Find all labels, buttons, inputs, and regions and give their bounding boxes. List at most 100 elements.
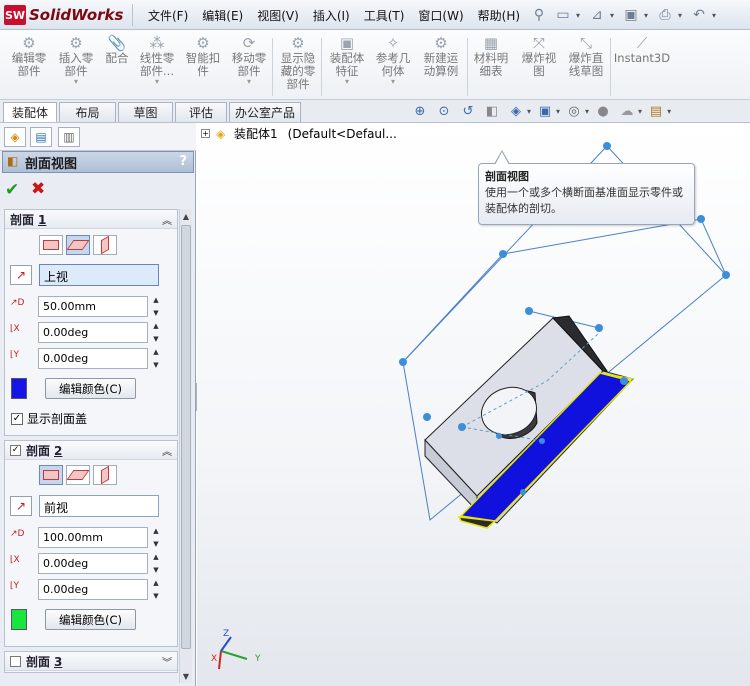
section-1-edit-color-button[interactable]: 编辑颜色(C) bbox=[45, 378, 136, 399]
edit-component-button[interactable]: ⚙ 编辑零 部件 bbox=[5, 34, 53, 78]
ok-checkmark-icon[interactable]: ✔ bbox=[5, 180, 19, 200]
graphics-area[interactable]: + ◈ 装配体1 (Default<Defaul... X Y Z 剖面视图 使… bbox=[197, 123, 750, 686]
linear-pattern-button[interactable]: ⁂ 线性零 部件... ▾ bbox=[133, 34, 181, 86]
view-settings-icon[interactable]: ▤ bbox=[646, 102, 666, 120]
section-2-enable-checkbox[interactable]: ✓ bbox=[10, 444, 21, 456]
section-1-header[interactable]: 剖面 1 ︽ bbox=[5, 210, 177, 229]
instant3d-button[interactable]: ⟋ Instant3D bbox=[614, 34, 670, 65]
explode-line-sketch-button[interactable]: ⤡ 爆炸直 线草图 bbox=[562, 34, 610, 78]
handle[interactable] bbox=[423, 413, 431, 421]
section-1-distance-input[interactable]: 50.00mm bbox=[38, 296, 148, 317]
show-section-cap-checkbox[interactable]: ✓ 显示剖面盖 bbox=[11, 410, 87, 427]
collapse-chevron-icon[interactable]: ︽ bbox=[162, 443, 172, 458]
help-button[interactable]: ? bbox=[179, 154, 187, 169]
chevron-down-icon[interactable]: ▾ bbox=[556, 107, 560, 116]
menu-help[interactable]: 帮助(H) bbox=[471, 7, 527, 24]
open-folder-icon[interactable]: ⊿ bbox=[586, 4, 608, 26]
reverse-direction-button[interactable]: ↗ bbox=[10, 265, 32, 285]
handle[interactable] bbox=[496, 433, 502, 439]
section-1-reference-field[interactable]: 上视 bbox=[39, 264, 159, 286]
spinner[interactable]: ▲ ▼ bbox=[151, 322, 161, 343]
tab-layout[interactable]: 布局 bbox=[59, 102, 116, 122]
handle[interactable] bbox=[520, 489, 526, 495]
reference-geometry-button[interactable]: ✧ 参考几 何体 ▾ bbox=[369, 34, 417, 86]
top-plane-button[interactable] bbox=[66, 235, 90, 255]
assembly-features-button[interactable]: ▣ 装配体 特征 ▾ bbox=[323, 34, 371, 86]
handle[interactable] bbox=[697, 215, 705, 223]
spinner[interactable]: ▲ ▼ bbox=[151, 553, 161, 574]
tab-office-products[interactable]: 办公室产品 bbox=[229, 102, 301, 122]
show-hidden-components-button[interactable]: ⚙ 显示隐 藏的零 部件 bbox=[274, 34, 322, 91]
previous-view-icon[interactable]: ↺ bbox=[458, 102, 478, 120]
front-plane-button[interactable] bbox=[39, 235, 63, 255]
chevron-down-icon[interactable]: ▾ bbox=[247, 78, 251, 86]
expand-chevron-icon[interactable]: ︾ bbox=[162, 654, 172, 669]
reverse-direction-button[interactable]: ↗ bbox=[10, 496, 32, 516]
section-2-angle-x-input[interactable]: 0.00deg bbox=[38, 553, 148, 574]
section-1-angle-y-input[interactable]: 0.00deg bbox=[38, 348, 148, 369]
spinner[interactable]: ▲ ▼ bbox=[151, 296, 161, 317]
menu-tools[interactable]: 工具(T) bbox=[357, 7, 412, 24]
chevron-down-icon[interactable]: ▾ bbox=[74, 78, 78, 86]
section-2-distance-input[interactable]: 100.00mm bbox=[38, 527, 148, 548]
zoom-to-fit-icon[interactable]: ⊕ bbox=[410, 102, 430, 120]
move-component-button[interactable]: ⟳ 移动零 部件 ▾ bbox=[225, 34, 273, 86]
chevron-down-icon[interactable]: ▾ bbox=[678, 11, 686, 20]
chevron-down-icon[interactable]: ▾ bbox=[667, 107, 671, 116]
save-icon[interactable]: ▣ bbox=[620, 4, 642, 26]
pin-icon[interactable]: ⚲ bbox=[528, 4, 550, 26]
handle[interactable] bbox=[595, 324, 603, 332]
display-style-icon[interactable]: ▣ bbox=[535, 102, 555, 120]
new-document-icon[interactable]: ▭ bbox=[552, 4, 574, 26]
feature-manager-tab-icon[interactable]: ◈ bbox=[4, 127, 26, 147]
menu-file[interactable]: 文件(F) bbox=[141, 7, 195, 24]
hide-show-items-icon[interactable]: ◎ bbox=[564, 102, 584, 120]
section-2-angle-y-input[interactable]: 0.00deg bbox=[38, 579, 148, 600]
collapse-chevron-icon[interactable]: ︽ bbox=[162, 212, 172, 227]
chevron-down-icon[interactable]: ▾ bbox=[644, 11, 652, 20]
solidworks-logo[interactable]: SW SolidWorks bbox=[4, 3, 123, 27]
cancel-x-icon[interactable]: ✖ bbox=[31, 179, 45, 199]
section-3-enable-checkbox[interactable] bbox=[10, 655, 21, 667]
section-2-reference-field[interactable]: 前视 bbox=[39, 495, 159, 517]
handle[interactable] bbox=[399, 358, 407, 366]
edit-appearance-icon[interactable]: ● bbox=[593, 102, 613, 120]
menu-window[interactable]: 窗口(W) bbox=[411, 7, 470, 24]
tab-assembly[interactable]: 装配体 bbox=[3, 102, 57, 122]
spinner[interactable]: ▲ ▼ bbox=[151, 579, 161, 600]
checkbox[interactable]: ✓ bbox=[11, 412, 23, 425]
tab-evaluate[interactable]: 评估 bbox=[175, 102, 227, 122]
chevron-down-icon[interactable]: ▾ bbox=[610, 11, 618, 20]
menu-view[interactable]: 视图(V) bbox=[250, 7, 306, 24]
undo-icon[interactable]: ↶ bbox=[688, 4, 710, 26]
right-plane-button[interactable] bbox=[93, 235, 117, 255]
handle[interactable] bbox=[620, 377, 628, 385]
handle[interactable] bbox=[458, 423, 466, 431]
chevron-down-icon[interactable]: ▾ bbox=[155, 78, 159, 86]
new-motion-study-button[interactable]: ⚙ 新建运 动算例 bbox=[417, 34, 465, 78]
chevron-down-icon[interactable]: ▾ bbox=[585, 107, 589, 116]
right-plane-button[interactable] bbox=[93, 465, 117, 485]
apply-scene-icon[interactable]: ☁ bbox=[617, 102, 637, 120]
view-orientation-icon[interactable]: ◈ bbox=[506, 102, 526, 120]
section-view-icon[interactable]: ◧ bbox=[482, 102, 502, 120]
menu-edit[interactable]: 编辑(E) bbox=[195, 7, 250, 24]
top-plane-button[interactable] bbox=[66, 465, 90, 485]
tab-sketch[interactable]: 草图 bbox=[118, 102, 173, 122]
menu-insert[interactable]: 插入(I) bbox=[306, 7, 357, 24]
spinner[interactable]: ▲ ▼ bbox=[151, 527, 161, 548]
handle[interactable] bbox=[722, 271, 730, 279]
section-1-angle-x-input[interactable]: 0.00deg bbox=[38, 322, 148, 343]
zoom-to-area-icon[interactable]: ⊙ bbox=[434, 102, 454, 120]
handle[interactable] bbox=[539, 438, 545, 444]
chevron-down-icon[interactable]: ▾ bbox=[391, 78, 395, 86]
scroll-down-icon[interactable]: ▼ bbox=[180, 669, 192, 683]
chevron-down-icon[interactable]: ▾ bbox=[638, 107, 642, 116]
handle[interactable] bbox=[499, 250, 507, 258]
section-2-header[interactable]: ✓ 剖面 2 ︽ bbox=[5, 441, 177, 460]
handle[interactable] bbox=[525, 307, 533, 315]
smart-fasteners-button[interactable]: ⚙ 智能扣 件 bbox=[179, 34, 227, 78]
handle[interactable] bbox=[603, 142, 611, 150]
chevron-down-icon[interactable]: ▾ bbox=[527, 107, 531, 116]
configuration-manager-tab-icon[interactable]: ▥ bbox=[58, 127, 80, 147]
